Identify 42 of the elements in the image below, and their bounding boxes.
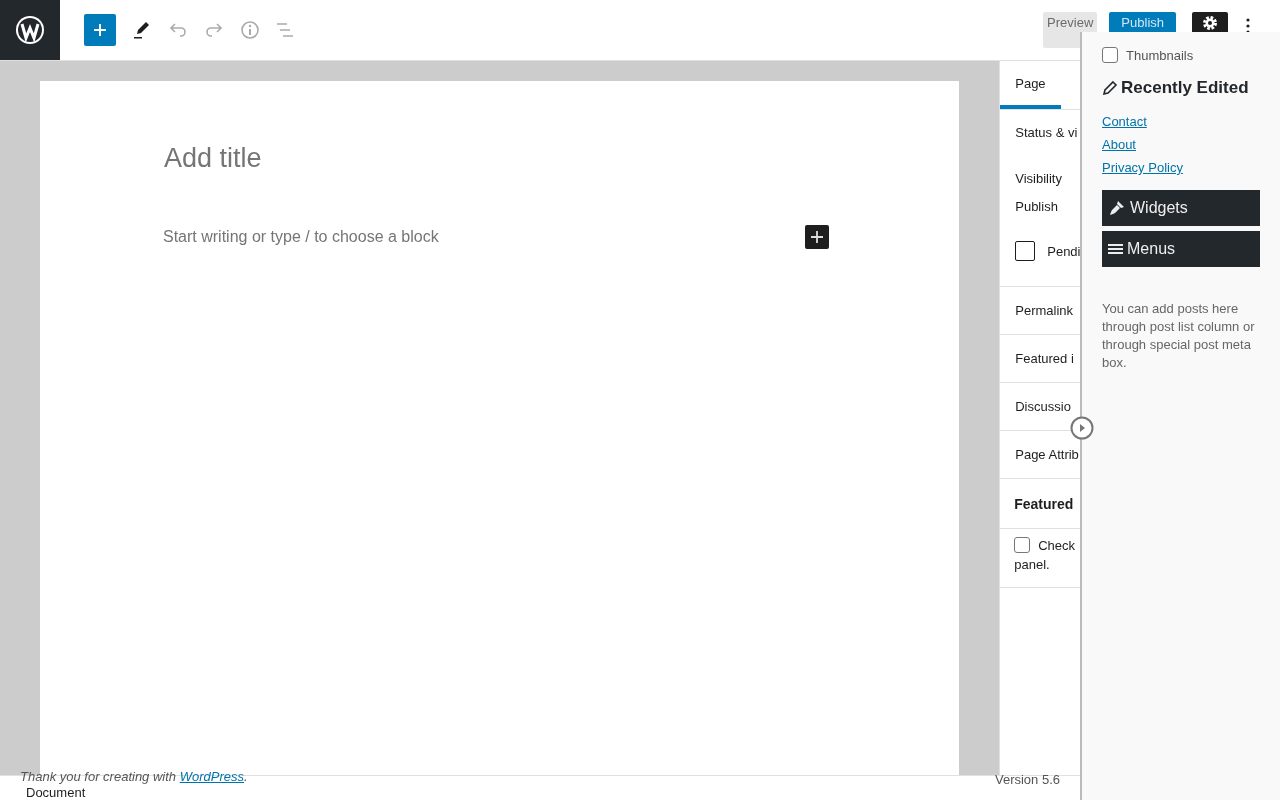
collapse-toggle-icon[interactable]: [1070, 416, 1094, 440]
version-text: Version 5.6: [994, 772, 1060, 787]
help-text: You can add posts here through post list column or through special post meta box.: [1102, 300, 1256, 372]
sidebar-tab[interactable]: Page: [1000, 61, 1061, 109]
checkbox-label: panel.: [1014, 557, 1051, 572]
setting-label: Visibility: [1015, 170, 1062, 185]
menu-button[interactable]: Menus: [1102, 231, 1260, 267]
checkbox[interactable]: [1015, 241, 1036, 261]
checkbox[interactable]: [1014, 537, 1031, 553]
pencil-icon: [1102, 80, 1118, 96]
section-heading: Recently Edited: [1121, 78, 1249, 98]
plus-icon: [92, 22, 108, 38]
checkbox-label: Check: [1038, 537, 1076, 553]
footer-link[interactable]: WordPress: [179, 769, 244, 784]
panel-title[interactable]: Featured i: [1015, 351, 1074, 366]
panel-title[interactable]: Status & vi: [1015, 125, 1078, 155]
panel-title[interactable]: Page Attrib: [1015, 447, 1079, 462]
title-field[interactable]: Add title: [163, 143, 836, 183]
redo-icon[interactable]: [204, 20, 224, 40]
footer-credit: Thank you for creating with WordPress.: [20, 769, 248, 784]
block-inserter-button[interactable]: [805, 225, 830, 249]
gear-icon: [1203, 16, 1217, 30]
panel-title[interactable]: Discussio: [1015, 399, 1071, 414]
page-link[interactable]: About: [1102, 137, 1136, 152]
block-placeholder[interactable]: Start writing or type / to choose a block: [163, 228, 439, 246]
add-block-button[interactable]: [84, 14, 116, 46]
undo-icon[interactable]: [168, 20, 188, 40]
menu-button[interactable]: Widgets: [1102, 190, 1260, 226]
logo-icon[interactable]: [0, 0, 60, 60]
checkbox-label: Thumbnails: [1126, 47, 1194, 63]
checkbox[interactable]: [1102, 47, 1118, 63]
checkbox-label: Pendi: [1047, 243, 1081, 259]
page-link[interactable]: Contact: [1102, 114, 1147, 129]
plus-icon: [810, 230, 825, 244]
breadcrumb[interactable]: Document: [26, 785, 86, 800]
setting-label: Publish: [1015, 198, 1058, 216]
pen-icon[interactable]: [132, 20, 152, 40]
page-link[interactable]: Privacy Policy: [1102, 160, 1183, 175]
brush-icon: [1108, 199, 1126, 217]
info-icon[interactable]: [240, 20, 260, 40]
menu-icon: [1108, 243, 1123, 255]
panel-title[interactable]: Permalink: [1015, 303, 1074, 318]
